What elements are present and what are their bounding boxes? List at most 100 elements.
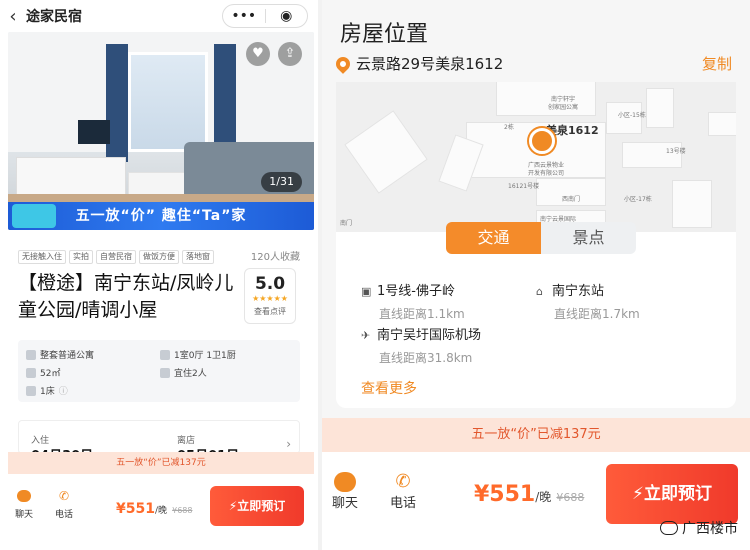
room-layout-text: 1室0厅 1卫1厨 (174, 351, 236, 361)
nearby-tabs: 交通 景点 (446, 222, 636, 254)
tag: 落地窗 (182, 250, 214, 264)
back-arrow-icon[interactable]: ‹ (0, 6, 26, 27)
current-price: ¥551 (116, 501, 155, 517)
metro-icon: ▣ (361, 285, 372, 298)
original-price: ¥688 (556, 491, 585, 504)
price-display: ¥551/晚 ¥688 (116, 498, 192, 517)
info-icon[interactable]: ⓘ (59, 384, 68, 397)
property-type-text: 整套普通公寓 (40, 351, 95, 361)
view-reviews-link[interactable]: 查看点评 (245, 306, 295, 317)
map-label: 小区-15栋 (618, 112, 646, 119)
promo-banner[interactable]: 五一放“价” 趣住“Ta”家 (8, 202, 314, 230)
book-now-button[interactable]: ⚡立即预订 (606, 464, 738, 524)
bed-count-text: 1床 (40, 387, 55, 397)
route-item: ✈ 南宁吴圩国际机场 直线距离31.8km (361, 324, 481, 366)
route-distance: 直线距离31.8km (379, 351, 473, 365)
chat-button[interactable]: 聊天 (330, 472, 360, 511)
watermark-text: 广西楼市 (682, 521, 738, 537)
map-label: 16121号楼 (508, 183, 540, 190)
curtain-left (106, 44, 128, 162)
phone-icon: ✆ (58, 489, 70, 503)
chat-button[interactable]: 聊天 (12, 490, 36, 521)
bottom-action-bar: 聊天 ✆ 电话 ¥551/晚 ¥688 ⚡立即预订 (0, 474, 318, 544)
phone-button[interactable]: ✆ 电话 (388, 471, 418, 512)
room-area: 52㎡ (26, 366, 60, 379)
address-text: 云景路29号美泉1612 (356, 55, 504, 73)
view-more-link[interactable]: 查看更多 (361, 378, 417, 398)
rating-score: 5.0 (254, 274, 286, 294)
price-display: ¥551/晚 ¥688 (474, 482, 584, 507)
tab-scenic-spots[interactable]: 景点 (541, 222, 636, 254)
lightning-icon: ⚡ (228, 499, 238, 513)
current-price: ¥551 (474, 482, 536, 507)
map-marker-icon[interactable] (529, 128, 555, 154)
original-price: ¥688 (172, 506, 193, 515)
heart-icon[interactable]: ♥ (246, 42, 270, 66)
location-screen: 房屋位置 云景路29号美泉1612 复制 南宁轩宇 创家园公寓 2栋 小区-15… (322, 0, 750, 550)
share-icon[interactable]: ⇪ (278, 42, 302, 66)
app-title: 途家民宿 (26, 9, 82, 25)
chat-label: 聊天 (14, 510, 33, 520)
map-building (344, 110, 428, 194)
top-bar: ‹ 途家民宿 ••• ◉ (0, 0, 318, 32)
location-pin-icon (333, 53, 353, 74)
price-unit: /晚 (535, 490, 552, 504)
feature-tags: 无接触入住 实拍 自营民宿 做饭方便 落地窗 (18, 250, 214, 264)
promo-strip: 五一放“价”已减137元 (8, 452, 314, 474)
photo-counter: 1/31 (261, 172, 302, 192)
bed-count-icon (26, 385, 36, 396)
guest-capacity: 宜住2人 (160, 366, 207, 379)
chat-icon (17, 490, 31, 502)
lightning-icon: ⚡ (632, 484, 644, 504)
photo-gallery[interactable]: ♥ ⇪ 1/31 五一放“价” 趣住“Ta”家 (8, 32, 314, 230)
book-now-label: 立即预订 (237, 499, 286, 513)
date-picker[interactable]: 入住 04月30日 离店 05月01日 › (18, 420, 300, 464)
map-building (496, 82, 596, 116)
route-item: ⌂ 南宁东站 直线距离1.7km (536, 280, 640, 322)
map-building (438, 134, 484, 192)
room-window (128, 52, 208, 152)
tag: 做饭方便 (139, 250, 179, 264)
book-now-button[interactable]: ⚡立即预订 (210, 486, 304, 526)
train-station-icon: ⌂ (536, 285, 543, 298)
area-icon (26, 367, 36, 378)
room-info-panel: 整套普通公寓 1室0厅 1卫1厨 52㎡ 宜住2人 1床 ⓘ (18, 340, 300, 402)
map-building (672, 180, 712, 228)
map-building (708, 112, 736, 136)
map-label: 开发有限公司 (528, 170, 565, 177)
watermark: 广西楼市 (660, 518, 738, 538)
favorites-count: 120人收藏 (250, 252, 300, 263)
rating-box[interactable]: 5.0 ★★★★★ 查看点评 (244, 268, 296, 324)
map-label: 西南门 (562, 196, 581, 203)
room-layout: 1室0厅 1卫1厨 (160, 348, 236, 361)
phone-button[interactable]: ✆ 电话 (52, 490, 76, 521)
listing-detail-screen: ‹ 途家民宿 ••• ◉ ♥ ⇪ 1/31 五一放“价” 趣住“Ta”家 无接触… (0, 0, 318, 550)
route-name: 南宁吴圩国际机场 (377, 328, 482, 343)
address-row: 云景路29号美泉1612 (333, 53, 504, 74)
tag: 自营民宿 (96, 250, 136, 264)
room-area-text: 52㎡ (40, 369, 61, 379)
property-type: 整套普通公寓 (26, 348, 94, 361)
route-distance: 直线距离1.1km (379, 307, 465, 321)
door-icon (160, 349, 170, 360)
tag: 无接触入住 (18, 250, 66, 264)
mini-program-capsule: ••• ◉ (222, 4, 308, 28)
book-now-label: 立即预订 (643, 484, 712, 504)
chevron-right-icon: › (286, 437, 291, 451)
copy-address-button[interactable]: 复制 (702, 53, 732, 74)
phone-label: 电话 (54, 510, 73, 520)
chat-icon (334, 472, 356, 492)
location-map[interactable]: 南宁轩宇 创家园公寓 2栋 小区-15栋 13号楼 广西云景物业 开发有限公司 … (336, 82, 736, 232)
route-name: 南宁东站 (552, 284, 605, 299)
building-icon (26, 349, 36, 360)
phone-icon: ✆ (395, 471, 411, 492)
price-unit: /晚 (154, 506, 168, 516)
map-label: 创家园公寓 (548, 104, 579, 111)
more-menu-button[interactable]: ••• (223, 5, 265, 27)
wechat-icon (660, 521, 678, 535)
close-mini-program-button[interactable]: ◉ (266, 5, 308, 27)
tab-transit[interactable]: 交通 (446, 222, 541, 254)
route-distance: 直线距离1.7km (554, 307, 640, 321)
promo-strip: 五一放“价”已减137元 (322, 418, 750, 452)
map-label: 13号楼 (666, 148, 686, 155)
